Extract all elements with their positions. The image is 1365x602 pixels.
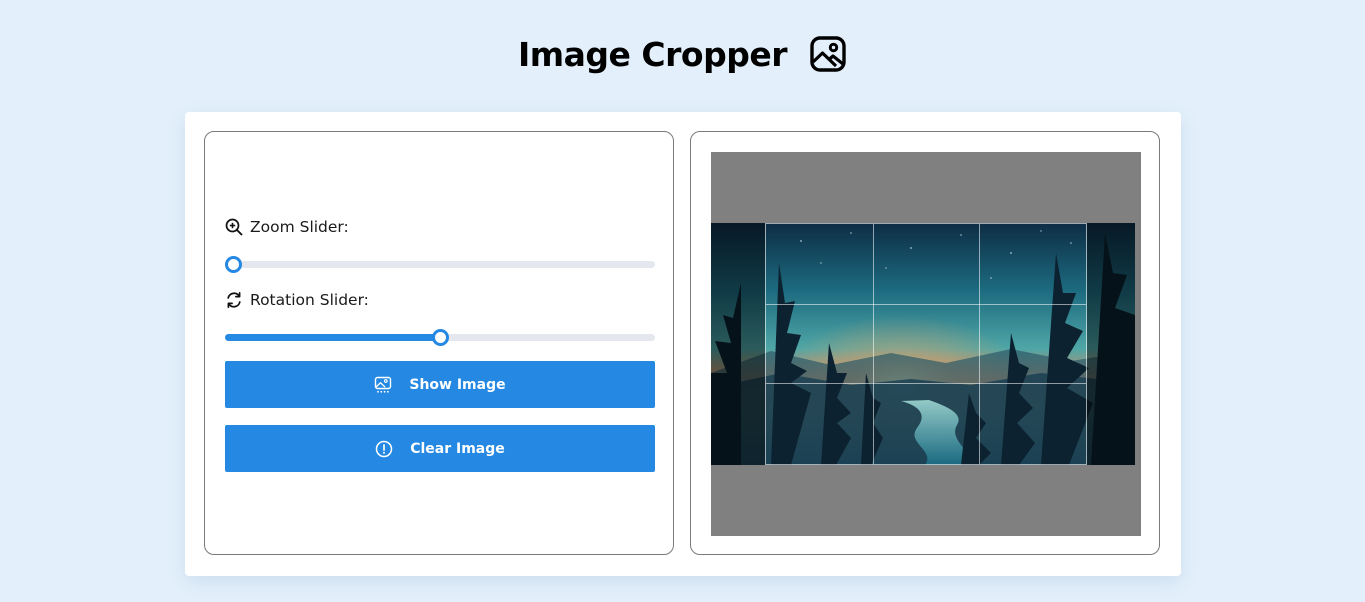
show-image-button[interactable]: Show Image	[225, 361, 655, 408]
zoom-in-icon	[225, 218, 243, 236]
rotation-slider-fill	[225, 334, 440, 341]
zoom-slider-text: Zoom Slider:	[250, 218, 349, 236]
crop-grid-line	[873, 224, 874, 464]
image-icon	[374, 376, 392, 394]
preview-panel	[690, 131, 1160, 555]
zoom-slider-label: Zoom Slider:	[225, 218, 349, 236]
zoom-slider[interactable]	[225, 256, 655, 273]
show-image-label: Show Image	[409, 376, 506, 393]
clear-image-label: Clear Image	[410, 440, 505, 457]
zoom-slider-thumb[interactable]	[225, 256, 242, 273]
header: Image Cropper	[0, 30, 1365, 78]
crop-area[interactable]	[711, 152, 1141, 536]
rotate-icon	[225, 291, 243, 309]
rotation-slider-thumb[interactable]	[432, 329, 449, 346]
clear-image-button[interactable]: Clear Image	[225, 425, 655, 472]
controls-panel: Zoom Slider: Rotation Slider: Show Image…	[204, 131, 674, 555]
page-title: Image Cropper	[518, 34, 788, 74]
image-icon	[809, 35, 847, 73]
cropper-card: Zoom Slider: Rotation Slider: Show Image…	[185, 112, 1181, 576]
crop-selection-box[interactable]	[765, 223, 1087, 465]
rotation-slider[interactable]	[225, 329, 655, 346]
crop-grid-line	[766, 383, 1086, 384]
rotation-slider-text: Rotation Slider:	[250, 291, 369, 309]
rotation-slider-label: Rotation Slider:	[225, 291, 369, 309]
crop-grid-line	[766, 304, 1086, 305]
alert-circle-icon	[375, 440, 393, 458]
crop-grid-line	[979, 224, 980, 464]
